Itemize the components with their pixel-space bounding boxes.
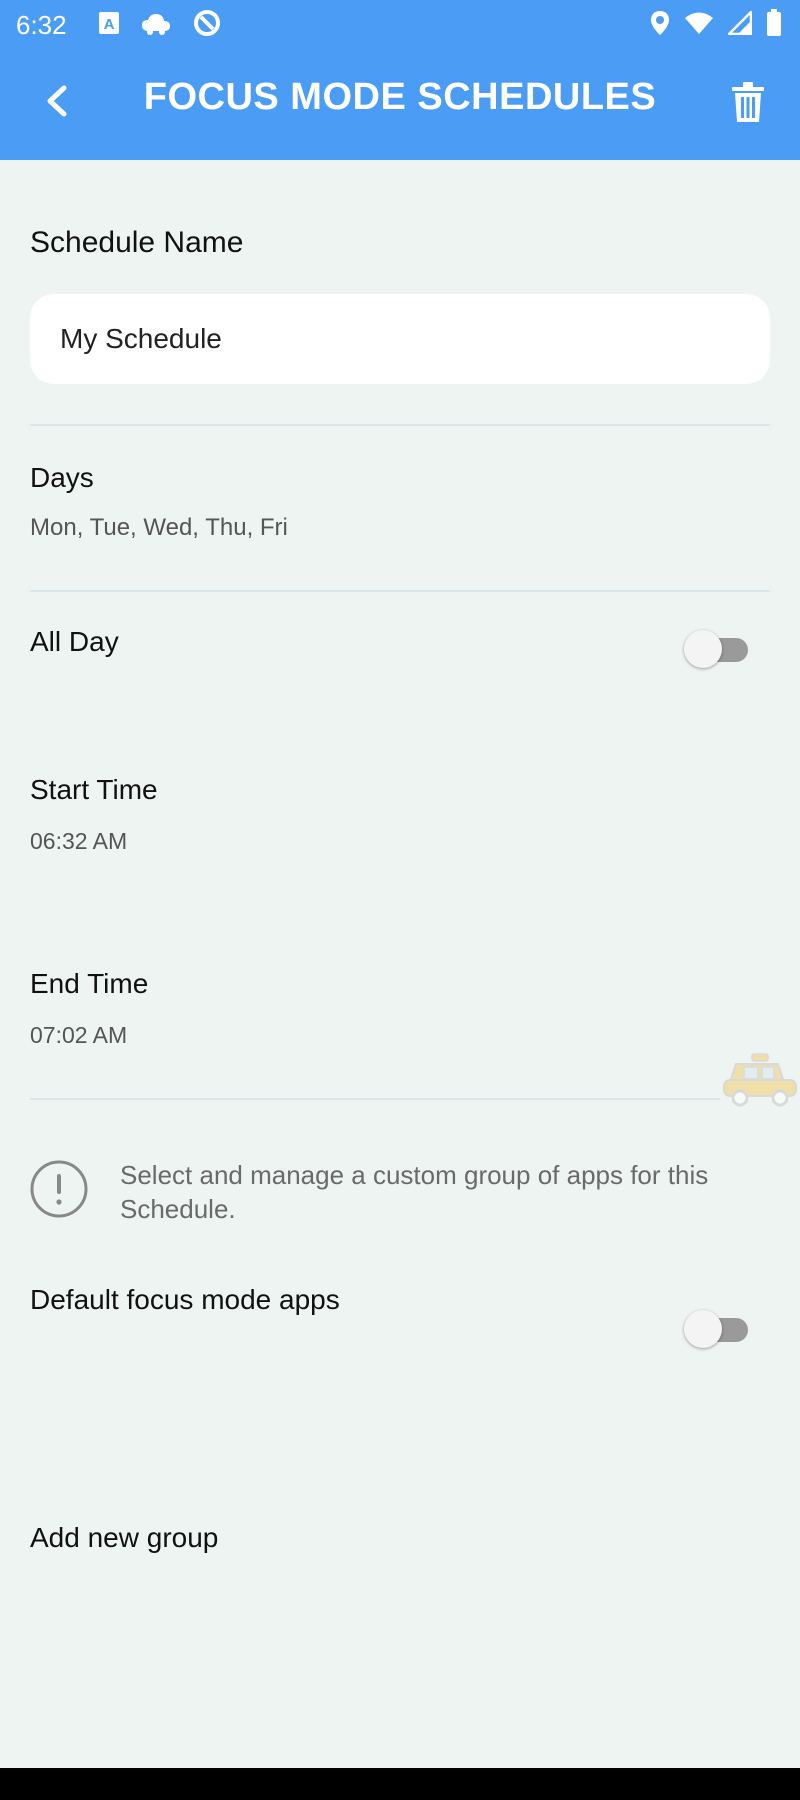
- status-icons-right: [650, 8, 782, 42]
- trash-icon: [732, 81, 764, 127]
- schedule-name-input[interactable]: My Schedule: [30, 294, 770, 384]
- days-value: Mon, Tue, Wed, Thu, Fri: [30, 514, 288, 541]
- days-label: Days: [30, 462, 94, 493]
- all-day-toggle-thumb: [684, 630, 722, 668]
- add-new-group-button[interactable]: Add new group: [30, 1522, 218, 1554]
- divider: [30, 1098, 720, 1100]
- taxi-icon[interactable]: [722, 1052, 798, 1112]
- end-time-label: End Time: [30, 968, 149, 999]
- start-time-value: 06:32 AM: [30, 828, 128, 854]
- battery-icon: [766, 8, 782, 42]
- system-navigation-bar: [0, 1768, 800, 1800]
- svg-text:A: A: [104, 16, 115, 33]
- page-title: FOCUS MODE SCHEDULES: [143, 76, 657, 118]
- default-apps-toggle[interactable]: [684, 1308, 750, 1348]
- default-apps-label: Default focus mode apps: [30, 1284, 340, 1315]
- schedule-name-label: Schedule Name: [30, 226, 244, 259]
- info-icon: [30, 1160, 88, 1218]
- status-time: 6:32: [16, 10, 67, 40]
- sync-icon: [192, 8, 222, 43]
- text-a-icon: A: [98, 11, 120, 40]
- start-time-label: Start Time: [30, 774, 158, 805]
- location-icon: [650, 10, 670, 41]
- all-day-label: All Day: [30, 626, 119, 657]
- signal-icon: [725, 8, 753, 40]
- divider: [30, 424, 770, 426]
- app-bar: 6:32 A FOCUS MODE SCHEDULES: [0, 0, 800, 160]
- wifi-icon: [684, 11, 714, 40]
- delete-button[interactable]: [726, 80, 770, 128]
- status-icons-left: A: [98, 8, 222, 43]
- default-apps-toggle-thumb: [684, 1310, 722, 1348]
- info-text: Select and manage a custom group of apps…: [120, 1160, 709, 1224]
- all-day-toggle[interactable]: [684, 628, 750, 668]
- cloud-icon: [140, 11, 172, 40]
- end-time-value: 07:02 AM: [30, 1022, 128, 1048]
- divider: [30, 590, 770, 592]
